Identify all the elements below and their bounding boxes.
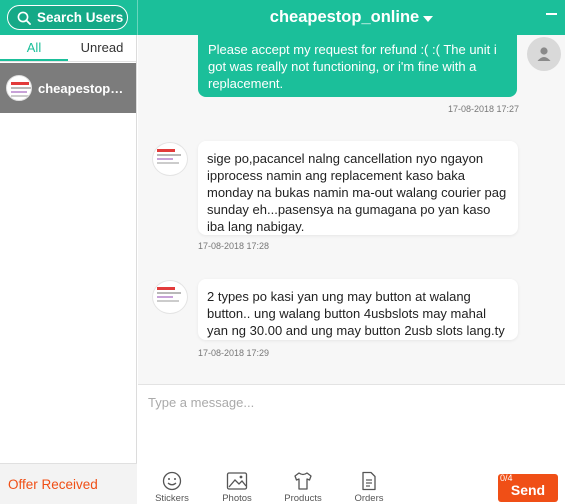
message-timestamp: 17-08-2018 17:28 xyxy=(198,241,270,251)
photos-label: Photos xyxy=(222,493,252,504)
stickers-button[interactable]: Stickers xyxy=(149,471,195,504)
message-composer: Stickers Photos Products Orders 0/4 Send xyxy=(138,384,565,504)
message-timestamp: 17-08-2018 17:29 xyxy=(198,348,270,358)
shirt-icon xyxy=(294,472,312,490)
conversation-sidebar: All Unread cheapestop_online Offer Recei… xyxy=(0,35,137,504)
message-input[interactable] xyxy=(138,385,565,465)
offer-received-label: Offer Received xyxy=(8,476,98,492)
orders-button[interactable]: Orders xyxy=(346,471,392,504)
message-bubble-outgoing: Please accept my request for refund :( :… xyxy=(198,35,517,97)
smiley-icon xyxy=(162,471,182,491)
message-timestamp: 17-08-2018 17:27 xyxy=(448,104,520,114)
conversation-tabs: All Unread xyxy=(0,35,136,62)
chat-title: cheapestop_online xyxy=(269,8,420,26)
search-users-button[interactable]: Search Users xyxy=(7,5,128,30)
top-bar: Search Users cheapestop_online xyxy=(0,0,565,35)
products-label: Products xyxy=(284,493,322,504)
stickers-label: Stickers xyxy=(155,493,189,504)
user-icon xyxy=(537,47,551,61)
store-avatar xyxy=(152,142,188,176)
search-users-label: Search Users xyxy=(37,10,124,25)
offer-received-link[interactable]: Offer Received xyxy=(0,463,137,504)
message-bubble-incoming: sige po,pacancel nalng cancellation nyo … xyxy=(198,141,518,235)
conversation-name: cheapestop_online xyxy=(38,80,130,96)
products-button[interactable]: Products xyxy=(280,471,326,504)
photos-button[interactable]: Photos xyxy=(214,471,260,504)
conversation-item[interactable]: cheapestop_online xyxy=(0,63,136,113)
orders-label: Orders xyxy=(354,493,384,504)
character-count: 0/4 xyxy=(500,473,513,483)
document-icon xyxy=(362,471,376,491)
chevron-down-icon xyxy=(423,15,434,22)
search-icon xyxy=(17,11,31,25)
minimize-icon[interactable] xyxy=(546,9,557,19)
message-list[interactable]: Please accept my request for refund :( :… xyxy=(138,35,565,384)
user-avatar xyxy=(527,37,561,71)
store-avatar xyxy=(6,75,32,101)
tab-all[interactable]: All xyxy=(0,35,68,61)
store-avatar xyxy=(152,280,188,314)
tab-unread[interactable]: Unread xyxy=(68,35,136,61)
chat-title-dropdown[interactable]: cheapestop_online xyxy=(138,0,565,35)
image-icon xyxy=(226,472,248,490)
message-bubble-incoming: 2 types po kasi yan ung may button at wa… xyxy=(198,279,518,340)
